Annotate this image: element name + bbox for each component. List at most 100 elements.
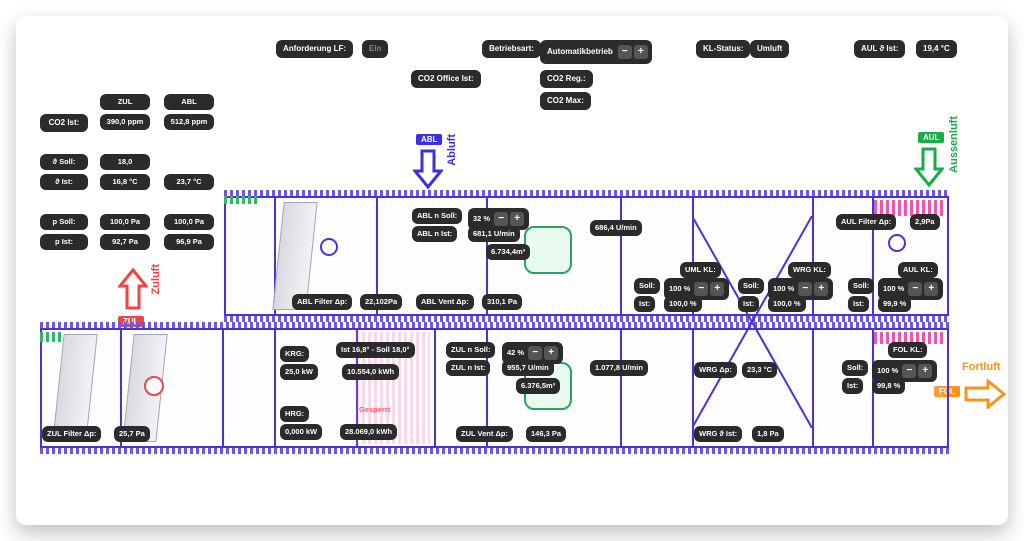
abl-filter-dp-label: ABL Filter Δp: — [292, 294, 352, 310]
zul-filter-dp-value: 25,7 Pa — [114, 426, 150, 442]
p-abl-ist-value: 96,9 Pa — [164, 234, 214, 250]
kwh2: 28.069,0 kWh — [340, 424, 397, 440]
abl-cap-value: 6.734,4m³ — [486, 244, 530, 260]
ist-soll-line: Ist 16,8° - Soll 18,0° — [336, 342, 415, 358]
uml-kl-label: UML KL: — [680, 262, 721, 278]
abl-badge: ABL — [416, 134, 442, 145]
aul-ist-label: Ist: — [848, 296, 869, 312]
uml-soll-label: Soll: — [634, 278, 660, 294]
aussenluft-label: Aussenluft — [948, 116, 960, 173]
aul-filter-dp-value: 2,9Pa — [910, 214, 940, 230]
zul-n-minus[interactable]: − — [528, 346, 542, 360]
wrg-plus[interactable]: + — [814, 282, 828, 296]
theta-soll-value: 18,0 — [100, 154, 150, 170]
uml-minus[interactable]: − — [694, 282, 708, 296]
hrg-label: HRG: — [280, 406, 309, 422]
zul-n-ist-value: 955,7 U/min — [502, 360, 554, 376]
wrg-dp-value: 23,3 °C — [742, 362, 777, 378]
zul-caption: ZUL — [100, 94, 150, 110]
krg-value: 25,0 kW — [280, 364, 318, 380]
p-ist-label: p Ist: — [40, 234, 88, 250]
fol-minus[interactable]: − — [902, 364, 916, 378]
zul-valve-icon — [144, 376, 164, 396]
fol-ist-value: 99,8 % — [872, 378, 905, 394]
aul-ist-value: 99,9 % — [878, 296, 911, 312]
wrg-theta-label: WRG ϑ Ist: — [694, 426, 742, 442]
p-soll-label: p Soll: — [40, 214, 88, 230]
co2-office-ist-label: CO2 Office Ist: — [411, 70, 481, 88]
wrg-dp-label: WRG Δp: — [694, 362, 737, 378]
aul-theta-ist-value: 19,4 °C — [916, 40, 957, 58]
abl-n-plus[interactable]: + — [510, 212, 524, 226]
aul-theta-ist-label: AUL ϑ Ist: — [854, 40, 905, 58]
fol-soll-label: Soll: — [842, 360, 868, 376]
abluft-label: Abluft — [446, 134, 458, 166]
abl-vent-dp-label: ABL Vent Δp: — [416, 294, 474, 310]
abluft-arrow-icon — [413, 147, 443, 191]
aul-plus[interactable]: + — [924, 282, 938, 296]
fol-plus[interactable]: + — [918, 364, 932, 378]
zul-cap-value: 6.376,5m³ — [516, 378, 560, 394]
zul-n-ist-label: ZUL n Ist: — [446, 360, 490, 376]
p-ist-value: 92,7 Pa — [100, 234, 150, 250]
fol-kl-label: FOL KL: — [888, 342, 927, 358]
theta-abl-value: 23,7 °C — [164, 174, 214, 190]
anforderung-lf-value: Ein — [362, 40, 388, 58]
abl-n-ist-label: ABL n Ist: — [412, 226, 457, 242]
abl-n-minus[interactable]: − — [494, 212, 508, 226]
zul-div1 — [222, 328, 224, 448]
wrg-bypass-icon — [692, 216, 812, 428]
zuluft-label: Zuluft — [150, 264, 162, 295]
abl-n-ist-value: 681,1 U/min — [468, 226, 520, 242]
co2-max-label: CO2 Max: — [540, 92, 591, 110]
aussenluft-arrow-icon — [914, 145, 944, 189]
betriebsart-minus[interactable]: − — [618, 45, 632, 59]
truss-top — [224, 190, 949, 196]
zul-ppm: 390,0 ppm — [100, 114, 150, 130]
co2-reg-label: CO2 Reg.: — [540, 70, 593, 88]
co2-ist-label: CO2 Ist: — [40, 114, 88, 132]
wrg-minus[interactable]: − — [798, 282, 812, 296]
kwh1: 10.554,0 kWh — [342, 364, 399, 380]
wrg-kl-ist-value: 100,0 % — [768, 296, 806, 312]
kl-status-label: KL-Status: — [696, 40, 750, 58]
fortluft-arrow-icon — [962, 379, 1008, 409]
abl-caption: ABL — [164, 94, 214, 110]
uml-plus[interactable]: + — [710, 282, 724, 296]
aul-kl-label: AUL KL: — [898, 262, 938, 278]
theta-ist-value: 16,8 °C — [100, 174, 150, 190]
p-soll-value: 100,0 Pa — [100, 214, 150, 230]
fol-ist-label: Ist: — [842, 378, 863, 394]
anforderung-lf-label: Anforderung LF: — [276, 40, 353, 58]
zul-div8 — [812, 328, 814, 448]
zul-n-plus[interactable]: + — [544, 346, 558, 360]
abl-fan-icon — [524, 226, 572, 274]
betriebsart-label: Betriebsart: — [482, 40, 541, 58]
kl-status-value: Umluft — [750, 40, 789, 58]
uml-ist-label: Ist: — [634, 296, 655, 312]
aul-filter-dp-label: AUL Filter Δp: — [836, 214, 896, 230]
betriebsart-text: Automatikbetrieb — [547, 48, 613, 56]
zul-vent-dp-value: 146,3 Pa — [526, 426, 566, 442]
gesperrt-label: Gesperrt — [354, 402, 395, 418]
p-abl-soll-value: 100,0 Pa — [164, 214, 214, 230]
aul-badge: AUL — [918, 132, 944, 143]
aul-minus[interactable]: − — [908, 282, 922, 296]
betriebsart-value[interactable]: Automatikbetrieb − + — [540, 40, 652, 64]
abl-n-soll-label: ABL n Soll: — [412, 208, 462, 224]
abl-inlet-green — [224, 196, 258, 204]
abl-opp-value: 686,4 U/min — [590, 220, 642, 236]
uml-ist-value: 100,0 % — [664, 296, 702, 312]
kl-valve2-icon — [888, 234, 906, 252]
theta-ist-label: ϑ Ist: — [40, 174, 88, 190]
zuluft-arrow-icon — [118, 266, 148, 312]
kl-valve1-icon — [320, 238, 338, 256]
abl-filter-dp-value: 22,102Pa — [360, 294, 402, 310]
fortluft-label: Fortluft — [962, 361, 1000, 373]
abl-vent-dp-value: 310,1 Pa — [482, 294, 522, 310]
theta-soll-label: ϑ Soll: — [40, 154, 88, 170]
betriebsart-plus[interactable]: + — [634, 45, 648, 59]
wrg-theta-value: 1,8 Pa — [752, 426, 784, 442]
wrg-kl-soll-label: Soll: — [738, 278, 764, 294]
zul-filter-dp-label: ZUL Filter Δp: — [42, 426, 101, 442]
